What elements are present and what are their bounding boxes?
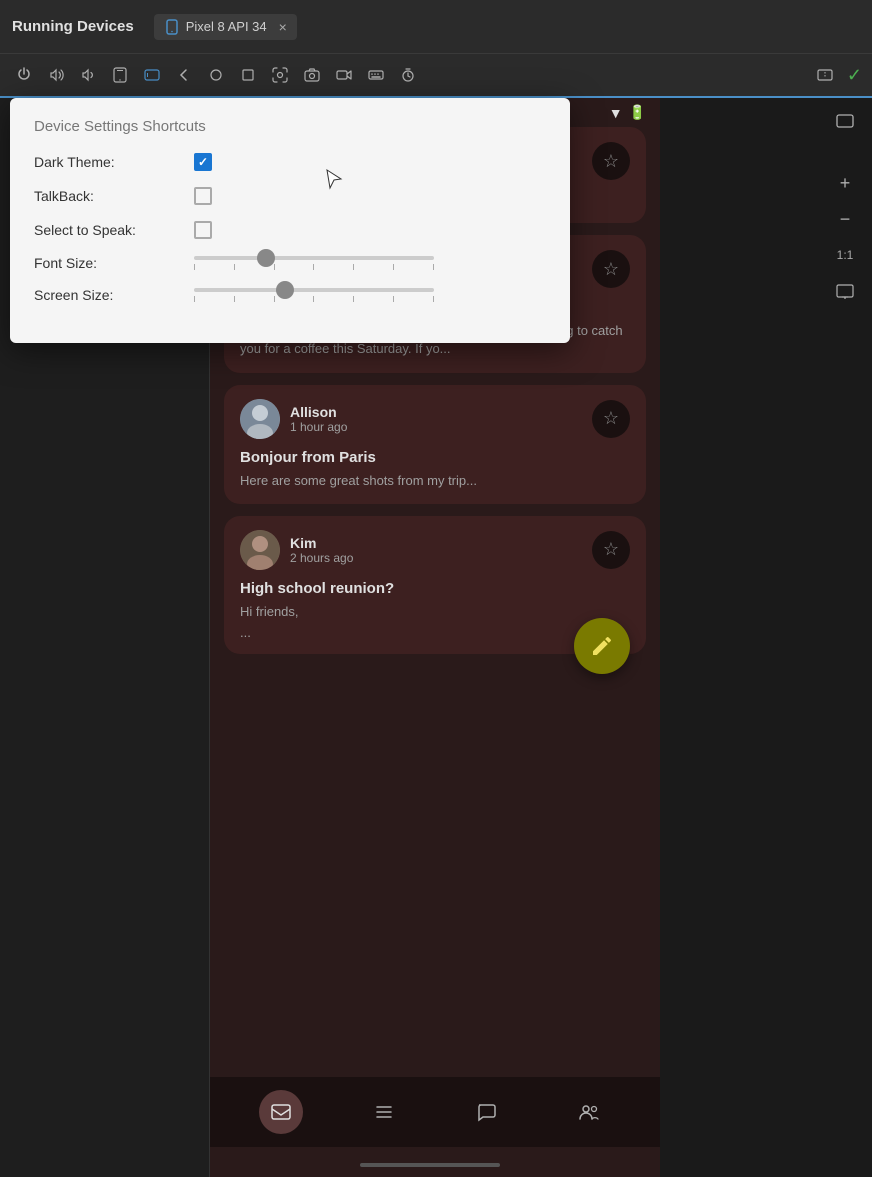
nav-people[interactable] (567, 1090, 611, 1134)
font-size-ticks (194, 264, 434, 270)
kim-header: Kim 2 hours ago ☆ (240, 530, 630, 570)
bottom-nav (210, 1077, 660, 1147)
talkback-label: TalkBack: (34, 188, 194, 204)
volume-down-icon[interactable] (74, 61, 102, 89)
email-card-allison[interactable]: Allison 1 hour ago ☆ Bonjour from Paris … (224, 385, 646, 504)
kim-card-wrapper: Kim 2 hours ago ☆ High school reunion? H… (210, 516, 660, 654)
dark-theme-label: Dark Theme: (34, 154, 194, 170)
plus-icon: + (840, 173, 851, 194)
allison-sender-info: Allison 1 hour ago (290, 404, 592, 434)
settings-title: Device Settings Shortcuts (34, 118, 546, 135)
allison-sender-name: Allison (290, 404, 592, 420)
allison-preview: Here are some great shots from my trip..… (240, 472, 630, 490)
partial-star-button[interactable]: ☆ (592, 142, 630, 180)
keyboard-icon[interactable] (362, 61, 390, 89)
minus-icon: − (840, 209, 851, 230)
screen-size-row: Screen Size: (34, 287, 546, 303)
allison-header: Allison 1 hour ago ☆ (240, 399, 630, 439)
screenshot-icon[interactable] (266, 61, 294, 89)
font-size-row: Font Size: (34, 255, 546, 271)
device-tab[interactable]: Pixel 8 API 34 × (154, 14, 297, 40)
nav-list[interactable] (362, 1090, 406, 1134)
dark-theme-row: Dark Theme: (34, 153, 546, 171)
device-frame-icon[interactable] (106, 61, 134, 89)
compose-fab[interactable] (574, 618, 630, 674)
camera-icon[interactable] (298, 61, 326, 89)
battery-icon: 🔋 (629, 104, 646, 121)
people-icon[interactable] (567, 1090, 611, 1134)
screen-size-slider-thumb[interactable] (276, 281, 294, 299)
allison-sender-time: 1 hour ago (290, 420, 592, 434)
zoom-in-button[interactable]: + (830, 168, 860, 198)
avatar-kim (240, 530, 280, 570)
recents-icon[interactable] (234, 61, 262, 89)
nav-inbox[interactable] (259, 1090, 303, 1134)
app-title: Running Devices (12, 18, 134, 35)
allison-card-wrapper: Allison 1 hour ago ☆ Bonjour from Paris … (210, 385, 660, 504)
volume-up-icon[interactable] (42, 61, 70, 89)
font-size-label: Font Size: (34, 255, 194, 271)
talkback-checkbox[interactable] (194, 187, 212, 205)
toolbar: ✓ (0, 54, 872, 98)
power-icon[interactable] (10, 61, 38, 89)
inbox-icon[interactable] (259, 1090, 303, 1134)
font-size-slider-track[interactable] (194, 256, 434, 260)
back-icon[interactable] (170, 61, 198, 89)
toolbar-right: ✓ (811, 61, 862, 89)
home-icon[interactable] (202, 61, 230, 89)
talkback-row: TalkBack: (34, 187, 546, 205)
mirror-icon[interactable] (811, 61, 839, 89)
select-to-speak-checkbox[interactable] (194, 221, 212, 239)
kim-preview: Hi friends, (240, 603, 630, 621)
chat-icon[interactable] (464, 1090, 508, 1134)
kim-sender-name: Kim (290, 535, 592, 551)
font-size-slider-container (194, 256, 546, 270)
avatar-allison (240, 399, 280, 439)
kim-star-button[interactable]: ☆ (592, 531, 630, 569)
kim-sender-time: 2 hours ago (290, 551, 592, 565)
kim-subject: High school reunion? (240, 580, 630, 597)
scroll-indicator (360, 1163, 500, 1167)
font-size-slider-thumb[interactable] (257, 249, 275, 267)
dark-theme-checkbox[interactable] (194, 153, 212, 171)
allison-subject: Bonjour from Paris (240, 449, 630, 466)
screen-size-slider-container (194, 288, 546, 302)
timer-icon[interactable] (394, 61, 422, 89)
rotate-icon[interactable] (138, 61, 166, 89)
right-panel: + − 1:1 (826, 98, 864, 314)
device-tab-icon (164, 19, 180, 35)
check-icon: ✓ (847, 65, 862, 86)
select-to-speak-row: Select to Speak: (34, 221, 546, 239)
settings-overlay: Device Settings Shortcuts Dark Theme: Ta… (10, 98, 570, 343)
zoom-out-button[interactable]: − (830, 204, 860, 234)
screen-size-ticks (194, 296, 434, 302)
screen-icon-button[interactable] (830, 276, 860, 306)
allison-star-button[interactable]: ☆ (592, 400, 630, 438)
select-to-speak-label: Select to Speak: (34, 222, 194, 238)
close-tab-button[interactable]: × (279, 19, 287, 35)
video-icon[interactable] (330, 61, 358, 89)
screen-mirror-button[interactable] (830, 106, 860, 136)
top-bar: Running Devices Pixel 8 API 34 × (0, 0, 872, 54)
nav-chat[interactable] (464, 1090, 508, 1134)
wifi-icon: ▼ (609, 105, 623, 121)
screen-size-slider-track[interactable] (194, 288, 434, 292)
kim-dots: ... (240, 625, 630, 640)
list-icon[interactable] (362, 1090, 406, 1134)
device-tab-label: Pixel 8 API 34 (186, 19, 267, 34)
zoom-label: 1:1 (837, 248, 854, 262)
screen-size-label: Screen Size: (34, 287, 194, 303)
ali-star-button[interactable]: ☆ (592, 250, 630, 288)
kim-sender-info: Kim 2 hours ago (290, 535, 592, 565)
email-card-kim[interactable]: Kim 2 hours ago ☆ High school reunion? H… (224, 516, 646, 654)
